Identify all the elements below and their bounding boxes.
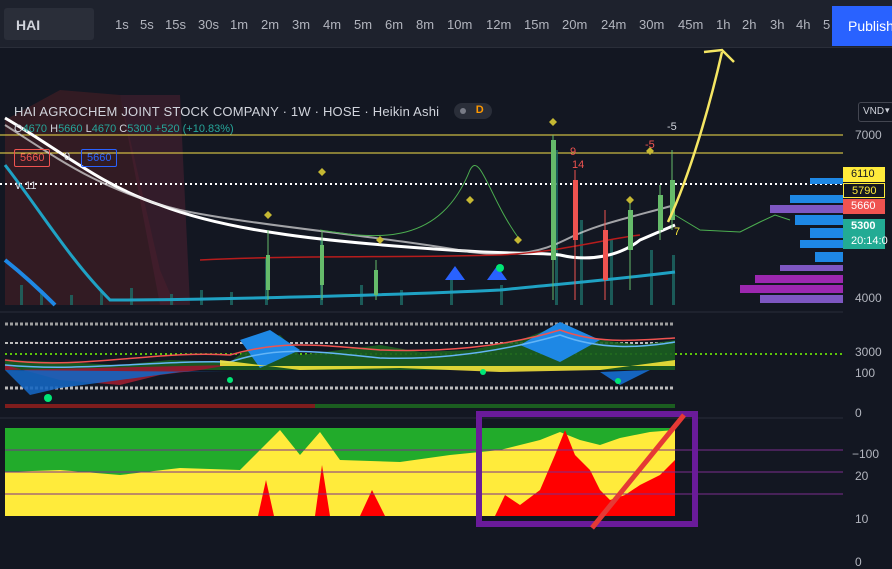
price-label-3000: 3000 bbox=[855, 345, 882, 359]
interval-20m[interactable]: 20m bbox=[562, 17, 587, 32]
vol-label-10: 10 bbox=[855, 512, 869, 526]
ohlc-readout: O4670 H5660 L4670 C5300 +520 (+10.83%) bbox=[14, 123, 234, 135]
oscillator-pane bbox=[4, 322, 843, 408]
interval-1h[interactable]: 1h bbox=[716, 17, 730, 32]
high-label: H bbox=[50, 123, 59, 135]
data-source-badge[interactable]: D bbox=[453, 103, 492, 119]
indicator-input-red[interactable]: 5660 bbox=[14, 149, 51, 167]
chart-canvas: -5 -5 9 14 7 bbox=[0, 48, 843, 530]
price-label-4000: 4000 bbox=[855, 291, 882, 305]
signal-label-2: -5 bbox=[645, 139, 655, 151]
status-dot-icon bbox=[459, 108, 466, 114]
price-candles bbox=[266, 135, 675, 300]
high-value: 5660 bbox=[58, 123, 83, 135]
collapse-indicators-button[interactable]: ∨ 11 bbox=[14, 179, 37, 192]
signal-label-5: 14 bbox=[572, 159, 584, 171]
interval-24m[interactable]: 24m bbox=[601, 17, 626, 32]
chart-title: HAI AGROCHEM JOINT STOCK COMPANY · 1W · … bbox=[14, 104, 440, 119]
interval-2m[interactable]: 2m bbox=[261, 17, 279, 32]
open-label: O bbox=[14, 123, 23, 135]
volume-profile bbox=[740, 178, 843, 303]
green-dot-marker bbox=[496, 264, 504, 272]
signal-label-3: 7 bbox=[674, 226, 680, 238]
close-value: 5300 bbox=[127, 123, 152, 135]
currency-label: VND bbox=[863, 106, 885, 117]
interval-15s[interactable]: 15s bbox=[165, 17, 186, 32]
open-value: 4670 bbox=[22, 123, 48, 135]
interval-5s[interactable]: 5s bbox=[140, 17, 154, 32]
ma-green-line bbox=[319, 164, 521, 241]
projection-line bbox=[674, 214, 791, 233]
interval-4h[interactable]: 4h bbox=[796, 17, 810, 32]
indicator-input-blue[interactable]: 5660 bbox=[81, 149, 118, 167]
interval-15m[interactable]: 15m bbox=[524, 17, 549, 32]
interval-3h[interactable]: 3h bbox=[770, 17, 784, 32]
drawn-arrow-line bbox=[666, 51, 724, 223]
indicator-input-zero: 0 bbox=[64, 151, 71, 163]
interval-10m[interactable]: 10m bbox=[447, 17, 472, 32]
badge-letter: D bbox=[475, 104, 484, 116]
chevron-down-icon: ▾ bbox=[885, 105, 890, 115]
price-tag-6110: 6110 bbox=[843, 167, 885, 182]
diamond-markers bbox=[264, 118, 654, 244]
indicator-pane bbox=[5, 428, 843, 516]
interval-5m[interactable]: 5m bbox=[354, 17, 372, 32]
osc-label-0: 0 bbox=[855, 406, 862, 420]
price-tag-last: 5300 bbox=[843, 219, 885, 234]
bar-countdown: 20:14:0 bbox=[843, 234, 888, 249]
low-value: 4670 bbox=[91, 123, 117, 135]
vol-label-20: 20 bbox=[855, 469, 869, 483]
interval-12m[interactable]: 12m bbox=[486, 17, 511, 32]
interval-1m[interactable]: 1m bbox=[230, 17, 248, 32]
interval-1s[interactable]: 1s bbox=[115, 17, 129, 32]
interval-45m[interactable]: 45m bbox=[678, 17, 703, 32]
publish-button[interactable]: Publish bbox=[832, 6, 892, 46]
indicator-count: 11 bbox=[25, 180, 37, 192]
vol-label-0: 0 bbox=[855, 555, 862, 569]
top-toolbar: HAI 1s 5s 15s 30s 1m 2m 3m 4m 5m 6m 8m 1… bbox=[0, 0, 892, 48]
interval-3m[interactable]: 3m bbox=[292, 17, 310, 32]
interval-8m[interactable]: 8m bbox=[416, 17, 434, 32]
change-value: +520 (+10.83%) bbox=[154, 123, 234, 135]
interval-30s[interactable]: 30s bbox=[198, 17, 219, 32]
interval-5-partial[interactable]: 5 bbox=[823, 17, 830, 32]
interval-6m[interactable]: 6m bbox=[385, 17, 403, 32]
interval-30m[interactable]: 30m bbox=[639, 17, 664, 32]
symbol-search-button[interactable]: HAI bbox=[4, 8, 94, 40]
currency-select[interactable]: VND ▾ bbox=[858, 102, 892, 122]
signal-label-top: -5 bbox=[667, 121, 677, 133]
osc-label-100: 100 bbox=[855, 366, 876, 380]
chart-area[interactable]: -5 -5 9 14 7 HAI AGROCHEM JOINT STOCK CO… bbox=[0, 48, 892, 569]
price-tag-5660: 5660 bbox=[843, 199, 885, 214]
chart-legend: HAI AGROCHEM JOINT STOCK COMPANY · 1W · … bbox=[14, 103, 492, 121]
price-label-7000: 7000 bbox=[855, 128, 882, 142]
interval-4m[interactable]: 4m bbox=[323, 17, 341, 32]
chevron-icon: ∨ bbox=[14, 180, 23, 192]
symbol-label: HAI bbox=[16, 17, 41, 33]
price-tag-5790: 5790 bbox=[843, 183, 885, 198]
signal-label-4: 9 bbox=[570, 146, 576, 158]
interval-2h[interactable]: 2h bbox=[742, 17, 756, 32]
osc-label-minus100: −100 bbox=[852, 447, 880, 461]
triangle-marker-1 bbox=[445, 266, 465, 280]
